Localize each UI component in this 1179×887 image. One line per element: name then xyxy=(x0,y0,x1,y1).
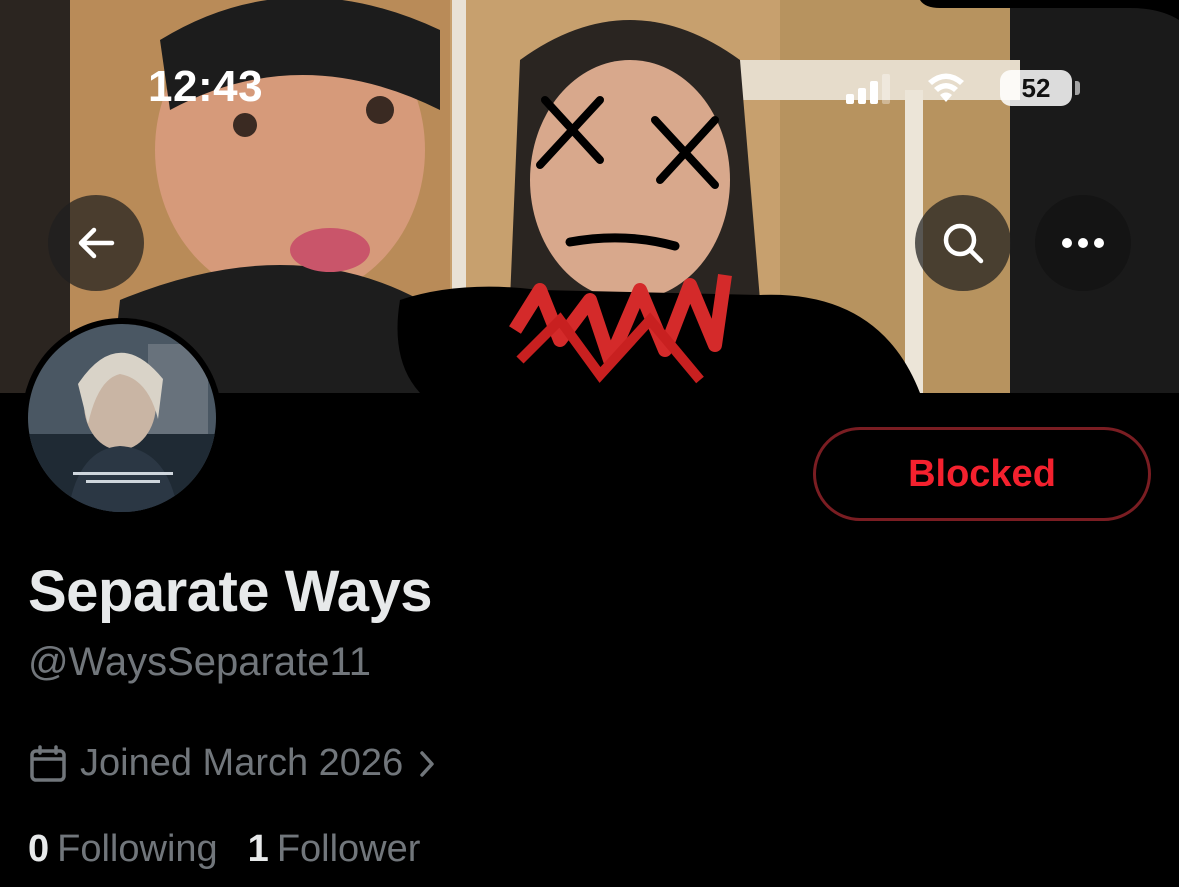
more-dots-icon xyxy=(1062,238,1104,248)
following-label: Following xyxy=(57,828,218,870)
profile-handle: @WaysSeparate11 xyxy=(28,640,371,684)
following-stat[interactable]: 0 Following xyxy=(28,828,218,871)
profile-avatar[interactable] xyxy=(22,318,222,518)
search-button[interactable] xyxy=(915,195,1011,291)
status-bar-icons xyxy=(846,70,986,106)
blocked-button[interactable]: Blocked xyxy=(813,427,1151,521)
more-options-button[interactable] xyxy=(1035,195,1131,291)
calendar-icon xyxy=(28,744,68,784)
back-button[interactable] xyxy=(48,195,144,291)
follow-stats: 0 Following 1 Follower xyxy=(28,828,420,871)
followers-label: Follower xyxy=(276,828,421,870)
followers-stat[interactable]: 1 Follower xyxy=(248,828,421,871)
cellular-signal-icon xyxy=(846,74,890,104)
following-count: 0 xyxy=(28,828,50,870)
chevron-right-icon xyxy=(417,749,437,779)
status-bar-time: 12:43 xyxy=(148,62,264,111)
joined-date-row[interactable]: Joined March 2026 xyxy=(28,742,437,785)
joined-date-text: Joined March 2026 xyxy=(80,742,404,784)
arrow-left-icon xyxy=(78,227,115,259)
battery-indicator: 52 xyxy=(1000,70,1072,106)
battery-nub xyxy=(1075,81,1080,95)
followers-count: 1 xyxy=(247,828,269,870)
profile-display-name: Separate Ways xyxy=(28,559,433,624)
search-icon xyxy=(943,223,984,264)
wifi-icon xyxy=(928,73,964,102)
